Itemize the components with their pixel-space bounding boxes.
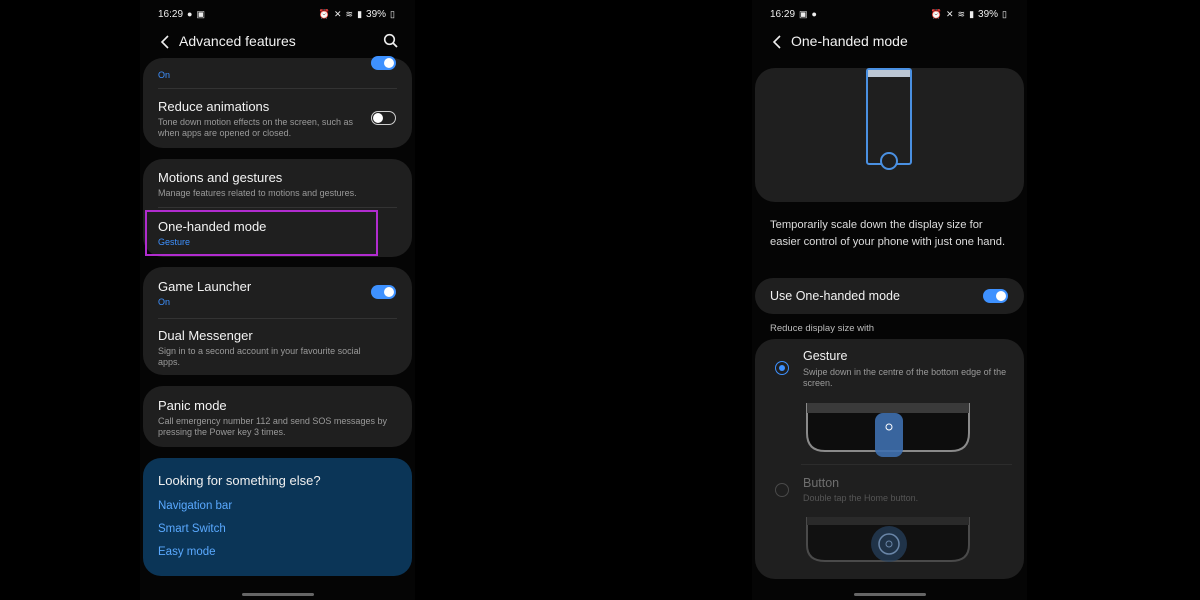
- divider: [158, 207, 397, 208]
- panic-mode-sub: Call emergency number 112 and send SOS m…: [158, 416, 387, 437]
- gesture-option-sub: Swipe down in the centre of the bottom e…: [803, 367, 1007, 388]
- gesture-radio[interactable]: [775, 361, 789, 375]
- reduce-animations-sub: Tone down motion effects on the screen, …: [158, 117, 353, 138]
- button-radio[interactable]: [775, 483, 789, 497]
- gesture-option-title[interactable]: Gesture: [803, 349, 847, 363]
- button-option-title[interactable]: Button: [803, 476, 839, 490]
- gallery-icon: ▣: [196, 9, 205, 19]
- motions-gestures-item[interactable]: Motions and gestures Manage features rel…: [158, 170, 397, 199]
- dual-messenger-title: Dual Messenger: [158, 328, 253, 343]
- home-indicator: [241, 593, 314, 596]
- section-label: Reduce display size with: [770, 323, 875, 334]
- settings-card-apps: Game Launcher On Dual Messenger Sign in …: [143, 267, 412, 375]
- panic-mode-title: Panic mode: [158, 398, 227, 413]
- battery-icon: ▯: [1002, 9, 1007, 19]
- divider: [801, 464, 1012, 465]
- wifi-icon: ≋: [345, 9, 354, 19]
- mute-icon: ✕: [945, 9, 954, 19]
- alarm-icon: ⏰: [318, 9, 330, 19]
- divider: [158, 88, 397, 89]
- back-arrow-icon[interactable]: [768, 32, 786, 52]
- partial-toggle[interactable]: [371, 56, 396, 70]
- battery-icon: ▯: [390, 9, 395, 19]
- link-easy-mode[interactable]: Easy mode: [158, 546, 216, 558]
- location-icon: ●: [811, 9, 817, 19]
- use-one-handed-toggle[interactable]: [983, 289, 1008, 303]
- reduce-animations-title: Reduce animations: [158, 99, 270, 114]
- motions-gestures-sub: Manage features related to motions and g…: [158, 188, 357, 198]
- suggestions-title: Looking for something else?: [158, 473, 321, 488]
- page-title: One-handed mode: [791, 33, 908, 49]
- reduce-animations-item[interactable]: Reduce animations Tone down motion effec…: [158, 99, 397, 139]
- partial-item-status: On: [158, 70, 171, 80]
- status-time: 16:29: [770, 8, 796, 20]
- link-navigation-bar[interactable]: Navigation bar: [158, 500, 232, 512]
- mode-description: Temporarily scale down the display size …: [770, 219, 1006, 248]
- alarm-icon: ⏰: [930, 9, 942, 19]
- divider: [158, 318, 397, 319]
- location-icon: ●: [187, 9, 193, 19]
- reduce-animations-toggle[interactable]: [371, 111, 396, 125]
- page-title: Advanced features: [179, 33, 296, 49]
- gallery-icon: ▣: [799, 9, 808, 19]
- dual-messenger-item[interactable]: Dual Messenger Sign in to a second accou…: [158, 328, 397, 368]
- dual-messenger-sub: Sign in to a second account in your favo…: [158, 346, 361, 367]
- preview-illustration: [755, 68, 1024, 202]
- game-launcher-item[interactable]: Game Launcher On: [158, 279, 397, 308]
- motions-gestures-title: Motions and gestures: [158, 170, 283, 185]
- battery-level: 39%: [978, 8, 999, 20]
- home-indicator: [853, 593, 926, 596]
- app-bar: Advanced features: [140, 30, 415, 54]
- signal-icon: ▮: [969, 9, 975, 19]
- one-handed-mode-screen: 16:29 ▣ ● ⏰ ✕ ≋ ▮ 39% ▯ One-handed mode …: [752, 0, 1027, 600]
- panic-mode-item[interactable]: Panic mode Call emergency number 112 and…: [158, 398, 397, 438]
- button-illustration-icon: [806, 517, 970, 562]
- settings-card-animations: On Reduce animations Tone down motion ef…: [143, 56, 412, 148]
- gesture-illustration-icon: [806, 403, 970, 457]
- app-bar: One-handed mode: [752, 30, 1027, 54]
- status-time: 16:29: [158, 8, 184, 20]
- use-one-handed-label: Use One-handed mode: [770, 289, 900, 303]
- advanced-features-screen: 16:29 ● ▣ ⏰ ✕ ≋ ▮ 39% ▯ Advanced feature…: [140, 0, 415, 600]
- wifi-icon: ≋: [957, 9, 966, 19]
- game-launcher-title: Game Launcher: [158, 279, 252, 294]
- game-launcher-toggle[interactable]: [371, 285, 396, 299]
- game-launcher-sub: On: [158, 297, 171, 307]
- status-bar: 16:29 ● ▣ ⏰ ✕ ≋ ▮ 39% ▯: [158, 7, 395, 21]
- signal-icon: ▮: [357, 9, 363, 19]
- settings-card-panic: Panic mode Call emergency number 112 and…: [143, 386, 412, 447]
- reduce-options-card: Gesture Swipe down in the centre of the …: [755, 339, 1024, 579]
- link-smart-switch[interactable]: Smart Switch: [158, 523, 226, 535]
- button-option-sub: Double tap the Home button.: [803, 493, 919, 503]
- battery-level: 39%: [366, 8, 387, 20]
- phone-illustration-icon: [866, 68, 912, 170]
- search-icon[interactable]: [383, 33, 401, 51]
- highlight-frame: [145, 210, 378, 256]
- back-arrow-icon[interactable]: [156, 32, 174, 52]
- status-bar: 16:29 ▣ ● ⏰ ✕ ≋ ▮ 39% ▯: [770, 7, 1007, 21]
- suggestions-card: Looking for something else? Navigation b…: [143, 458, 412, 576]
- use-one-handed-row[interactable]: Use One-handed mode: [755, 278, 1024, 314]
- mute-icon: ✕: [333, 9, 342, 19]
